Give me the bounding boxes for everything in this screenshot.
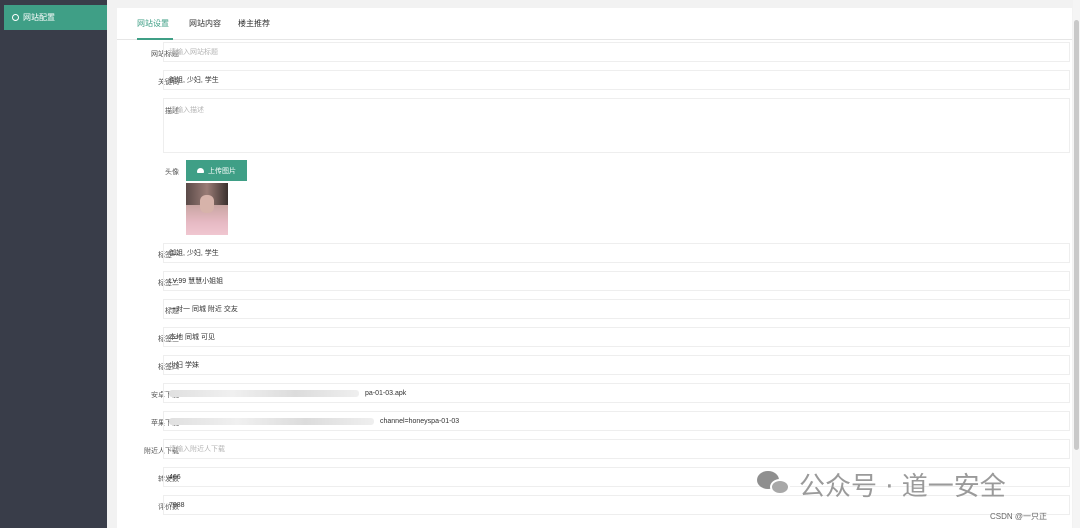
tag2-input[interactable]: LV.99 慧慧小姐姐 <box>163 271 1070 291</box>
vertical-scrollbar[interactable] <box>1073 0 1080 528</box>
upload-button-label: 上传图片 <box>208 167 236 175</box>
description-textarea[interactable]: 请输入描述 <box>163 98 1070 153</box>
tab-owner-recommend[interactable]: 楼主推荐 <box>238 18 270 29</box>
sidebar-item-site-config[interactable]: 网站配置 <box>4 5 107 30</box>
ios-download-input[interactable]: channel=honeyspa-01-03 <box>163 411 1070 431</box>
tag3-input[interactable]: 本地 同城 可见 <box>163 327 1070 347</box>
ios-download-value: channel=honeyspa-01-03 <box>380 417 460 425</box>
upload-image-button[interactable]: 上传图片 <box>186 160 247 181</box>
tag1-input[interactable]: 御姐, 少妇, 学生 <box>163 243 1070 263</box>
watermark: 公众号 · 道一安全 <box>757 466 1057 502</box>
sidebar-item-label: 网站配置 <box>23 13 55 22</box>
csdn-credit: CSDN @一只正 <box>990 512 1048 521</box>
upload-cloud-icon <box>197 168 204 173</box>
avatar-label: 头像 <box>165 169 179 176</box>
android-download-value: pa-01-03.apk <box>365 389 407 397</box>
title-input[interactable]: 一对一 同城 附近 交友 <box>163 299 1070 319</box>
keywords-input[interactable]: 御姐, 少妇, 学生 <box>163 70 1070 90</box>
site-title-input[interactable]: 请输入网站标题 <box>163 42 1070 62</box>
gear-icon <box>12 14 19 21</box>
wechat-icon <box>757 471 791 497</box>
main-content: 网站设置 网站内容 楼主推荐 网站标题 请输入网站标题 关键词 御姐, 少妇, … <box>107 0 1080 528</box>
active-tab-indicator <box>137 38 173 40</box>
tab-site-settings[interactable]: 网站设置 <box>137 18 169 29</box>
tag4-input[interactable]: 少妇 学妹 <box>163 355 1070 375</box>
android-download-input[interactable]: pa-01-03.apk <box>163 383 1070 403</box>
tab-bar: 网站设置 网站内容 楼主推荐 <box>117 8 1072 40</box>
tab-site-content[interactable]: 网站内容 <box>189 18 221 29</box>
avatar-preview <box>186 183 228 235</box>
redacted-url <box>169 389 359 397</box>
watermark-text: 公众号 · 道一安全 <box>799 471 1006 502</box>
settings-panel: 网站设置 网站内容 楼主推荐 网站标题 请输入网站标题 关键词 御姐, 少妇, … <box>117 8 1072 528</box>
sidebar: 网站配置 <box>0 0 107 528</box>
redacted-url <box>169 417 374 425</box>
nearby-download-input[interactable]: 请输入附近人下载 <box>163 439 1070 459</box>
scrollbar-thumb[interactable] <box>1074 20 1079 450</box>
